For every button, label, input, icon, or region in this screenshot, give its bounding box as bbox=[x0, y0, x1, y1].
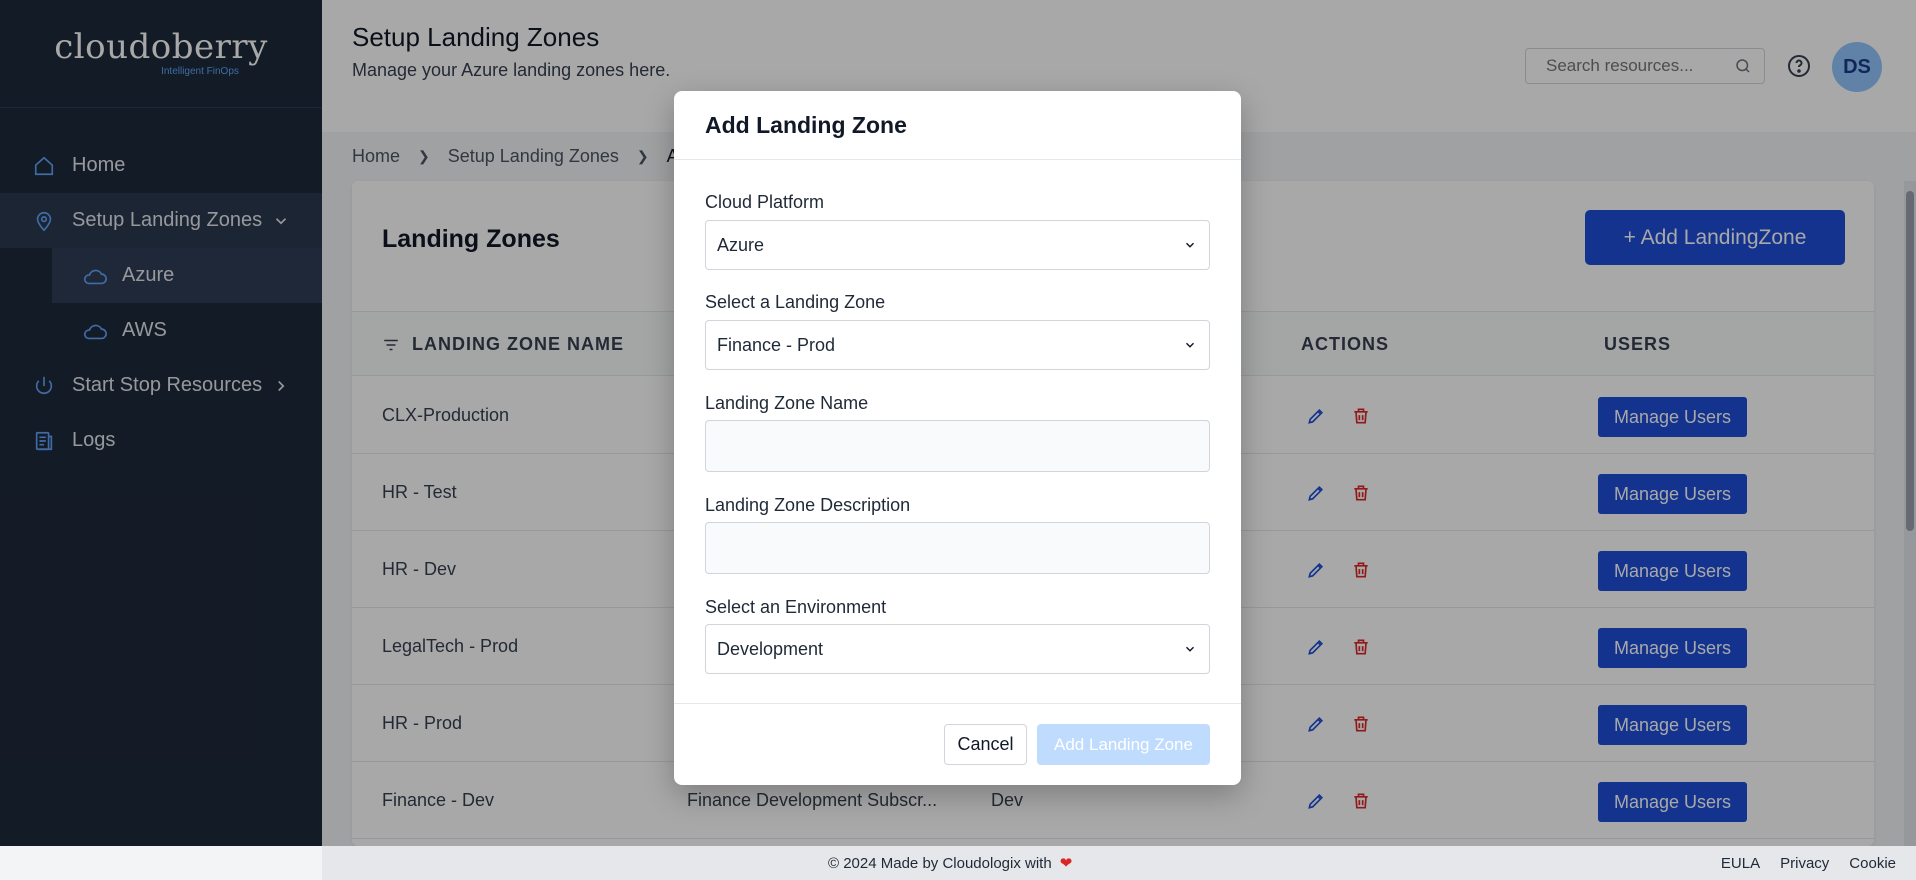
landing-zone-select[interactable]: Finance - Prod bbox=[705, 320, 1210, 370]
cloud-platform-label: Cloud Platform bbox=[705, 192, 825, 212]
chevron-down-icon bbox=[1185, 242, 1195, 248]
modal-title: Add Landing Zone bbox=[674, 91, 1241, 160]
heart-icon: ❤ bbox=[1059, 855, 1073, 872]
landing-zone-name-label: Landing Zone Name bbox=[705, 393, 869, 413]
landing-zone-label: Select a Landing Zone bbox=[705, 292, 886, 312]
footer-text: © 2024 Made by Cloudologix with bbox=[828, 854, 1052, 872]
chevron-down-icon bbox=[1185, 342, 1195, 348]
chevron-down-icon bbox=[1185, 646, 1195, 652]
footer-link-eula[interactable]: EULA bbox=[1721, 855, 1760, 872]
cloud-platform-select[interactable]: Azure bbox=[705, 220, 1210, 270]
environment-select[interactable]: Development bbox=[705, 624, 1210, 674]
modal-footer: Cancel Add Landing Zone bbox=[674, 703, 1241, 785]
landing-zone-name-input[interactable] bbox=[705, 420, 1210, 472]
cancel-button[interactable]: Cancel bbox=[944, 724, 1027, 765]
landing-zone-description-input[interactable] bbox=[705, 522, 1210, 574]
environment-label: Select an Environment bbox=[705, 597, 887, 617]
select-value: Finance - Prod bbox=[717, 334, 836, 355]
add-landing-zone-submit-button[interactable]: Add Landing Zone bbox=[1037, 724, 1210, 765]
select-value: Azure bbox=[717, 234, 765, 255]
footer-link-cookie[interactable]: Cookie bbox=[1849, 855, 1896, 872]
add-landing-zone-modal: Add Landing Zone Cloud Platform Azure Se… bbox=[674, 91, 1241, 785]
footer-links: EULA Privacy Cookie bbox=[1721, 855, 1896, 872]
landing-zone-description-label: Landing Zone Description bbox=[705, 495, 911, 515]
footer-credit: © 2024 Made by Cloudologix with ❤ bbox=[828, 854, 1073, 873]
footer: © 2024 Made by Cloudologix with ❤ EULA P… bbox=[322, 846, 1916, 880]
select-value: Development bbox=[717, 638, 824, 659]
footer-link-privacy[interactable]: Privacy bbox=[1780, 855, 1829, 872]
